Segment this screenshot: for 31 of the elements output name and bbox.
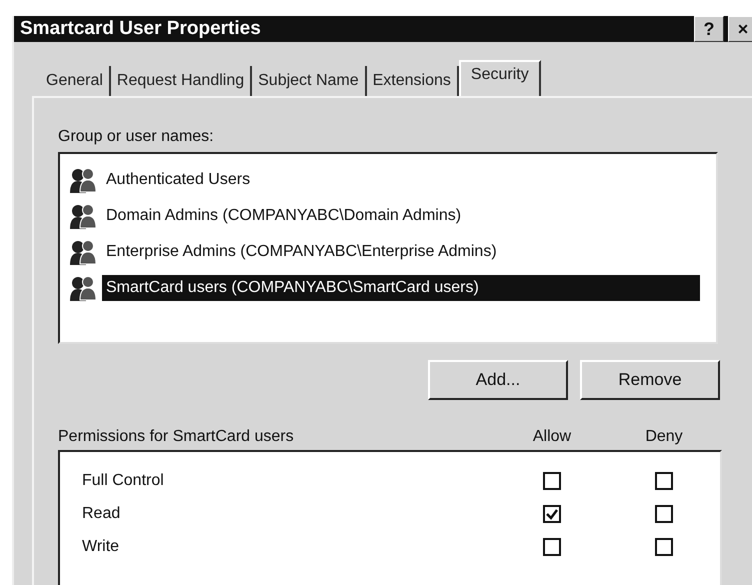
tab[interactable]: Subject Name <box>252 66 367 96</box>
help-button[interactable]: ? <box>694 16 724 42</box>
user-group-icon <box>68 166 98 194</box>
checkbox[interactable] <box>655 472 673 490</box>
list-item[interactable]: SmartCard users (COMPANYABC\SmartCard users) <box>102 275 700 301</box>
window-title: Smartcard User Properties <box>20 18 261 40</box>
user-group-icon <box>68 274 98 302</box>
checkbox[interactable] <box>655 538 673 556</box>
permissions-label: Permissions for SmartCard users <box>58 428 295 446</box>
checkbox[interactable] <box>543 538 561 556</box>
checkbox[interactable] <box>543 504 561 522</box>
column-header: Deny <box>644 428 684 446</box>
close-button[interactable]: × <box>728 16 752 42</box>
list-item[interactable]: Enterprise Admins (COMPANYABC\Enterprise Admins) <box>102 239 501 265</box>
user-group-icon <box>68 238 98 266</box>
tab[interactable]: Extensions <box>366 66 459 96</box>
tab[interactable]: Request Handling <box>110 66 252 96</box>
column-header: Allow <box>532 428 572 446</box>
permission-name: Read <box>81 504 122 522</box>
list-item[interactable]: Authenticated Users <box>102 167 254 193</box>
tab[interactable]: General <box>40 66 111 96</box>
permission-name: Full Control <box>81 472 165 490</box>
checkbox[interactable] <box>543 472 561 490</box>
list-label: Group or user names: <box>58 128 215 146</box>
permission-name: Write <box>81 538 120 556</box>
tab[interactable]: Security <box>458 60 541 96</box>
list-item[interactable]: Domain Admins (COMPANYABC\Domain Admins) <box>102 203 466 229</box>
add-button[interactable]: Add... <box>428 360 568 400</box>
checkbox[interactable] <box>655 504 673 522</box>
user-group-icon <box>68 202 98 230</box>
remove-button[interactable]: Remove <box>580 360 720 400</box>
